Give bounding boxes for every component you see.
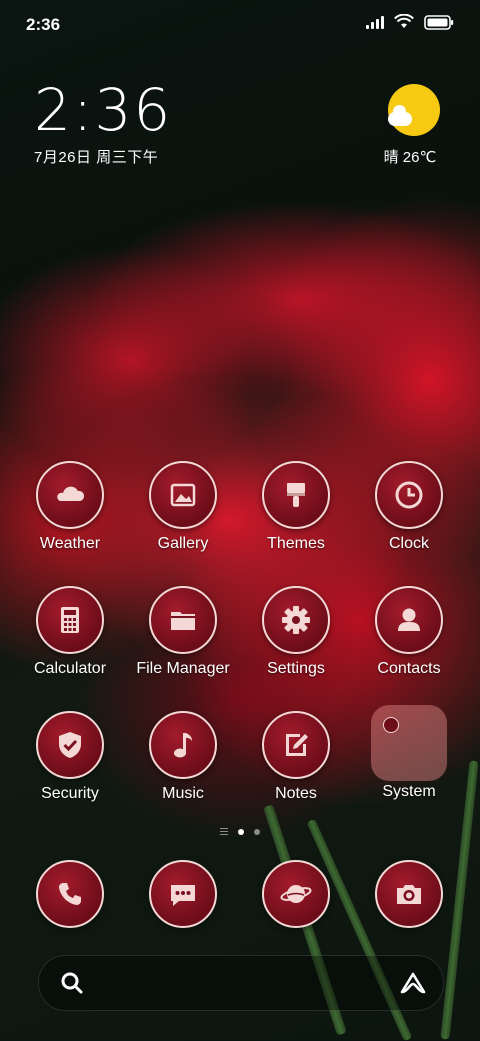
dock-camera[interactable] [354,860,464,928]
app-label: System [382,783,436,800]
message-icon [149,860,217,928]
music-note-icon [149,711,217,779]
app-label: Calculator [33,660,107,677]
folder-icon [149,586,217,654]
status-icons [366,14,454,30]
folder-group-icon [371,705,447,781]
sunny-partly-cloudy-icon [388,84,440,136]
app-label: Contacts [377,660,441,677]
widget-date: 7月26日 周三下午 [34,149,159,166]
assistant-icon[interactable] [399,970,427,996]
gear-icon [262,586,330,654]
paintbrush-icon [262,461,330,529]
app-security[interactable]: Security [15,711,125,803]
gallery-icon [149,461,217,529]
app-label: Weather [39,535,101,552]
app-calculator[interactable]: Calculator [15,586,125,678]
app-label: Settings [267,660,325,677]
phone-icon [36,860,104,928]
search-bar[interactable] [38,955,444,1011]
weather-text: 晴 26℃ [383,149,437,166]
camera-icon [375,860,443,928]
dock-browser[interactable] [241,860,351,928]
app-weather[interactable]: Weather [15,461,125,553]
app-file-manager[interactable]: File Manager [128,586,238,678]
weather-widget[interactable]: 晴 26℃ [384,84,444,167]
dock-phone[interactable] [15,860,125,928]
search-icon[interactable] [59,970,85,996]
app-label: Security [41,785,99,802]
app-notes[interactable]: Notes [241,711,351,803]
app-label: Themes [267,535,325,552]
app-themes[interactable]: Themes [241,461,351,553]
app-label: Gallery [157,535,209,552]
widget-time: 2:36 [34,76,173,144]
app-system-folder[interactable]: System [354,705,464,801]
page-dot-active [238,828,244,835]
app-music[interactable]: Music [128,711,238,803]
battery-icon [424,14,454,30]
status-bar: 2:36 [0,0,480,50]
clock-widget[interactable]: 2:36 7月26日 周三下午 [34,78,172,167]
clock-icon [375,461,443,529]
list-view-icon [220,828,228,835]
note-edit-icon [262,711,330,779]
page-dot [254,828,260,835]
calculator-icon [36,586,104,654]
status-time: 2:36 [26,15,61,34]
app-label: Notes [275,785,317,802]
browser-planet-icon [262,860,330,928]
app-settings[interactable]: Settings [241,586,351,678]
app-clock[interactable]: Clock [354,461,464,553]
signal-icon [366,15,384,29]
folder-mini-app-icon [383,717,399,733]
app-contacts[interactable]: Contacts [354,586,464,678]
app-gallery[interactable]: Gallery [128,461,238,553]
shield-icon [36,711,104,779]
weather-icon [36,461,104,529]
app-label: File Manager [136,660,230,677]
app-label: Clock [388,535,429,552]
wifi-icon [394,14,414,28]
app-label: Music [162,785,204,802]
page-indicator[interactable] [0,828,480,835]
dock-messages[interactable] [128,860,238,928]
person-icon [375,586,443,654]
